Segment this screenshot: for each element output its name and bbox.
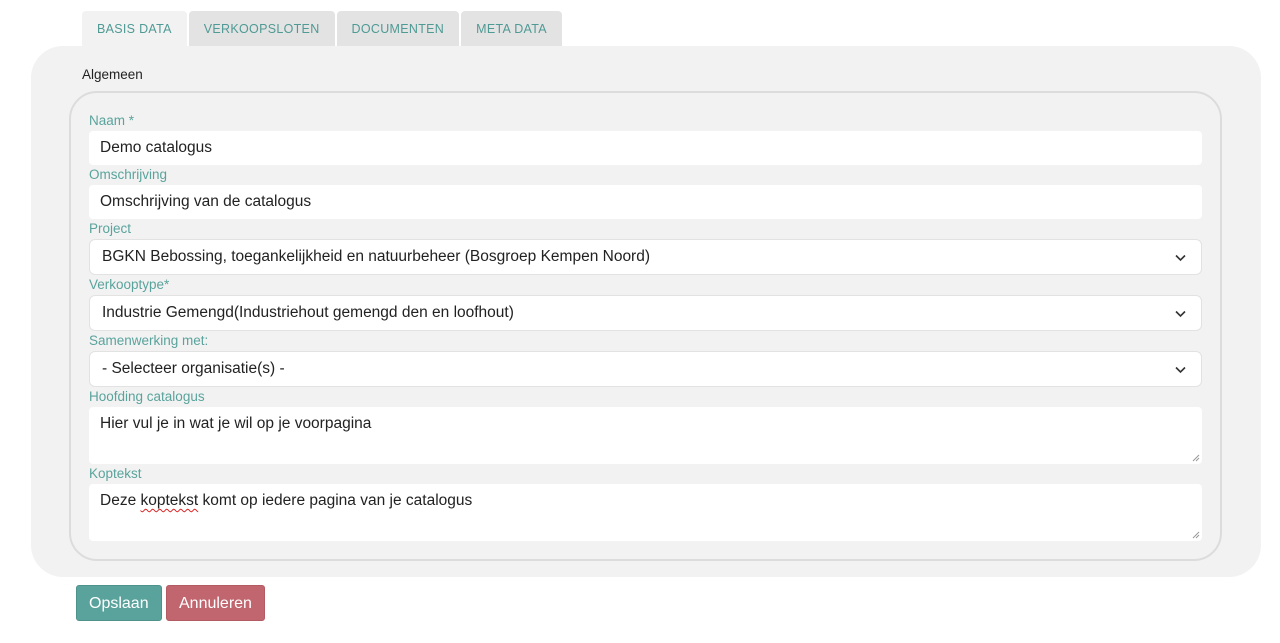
omschrijving-label: Omschrijving bbox=[89, 167, 168, 182]
save-button[interactable]: Opslaan bbox=[76, 585, 162, 621]
omschrijving-input[interactable]: Omschrijving van de catalogus bbox=[89, 185, 1202, 219]
project-select-value: BGKN Bebossing, toegankelijkheid en natu… bbox=[102, 248, 651, 265]
tab-basis-data[interactable]: BASIS DATA bbox=[82, 11, 187, 46]
tab-verkoopsloten[interactable]: VERKOOPSLOTEN bbox=[188, 11, 335, 46]
naam-input[interactable]: Demo catalogus bbox=[89, 131, 1202, 165]
hoofding-textarea-value: Hier vul je in wat je wil op je voorpagi… bbox=[100, 415, 372, 432]
tab-bar: BASIS DATA VERKOOPSLOTEN DOCUMENTEN META… bbox=[82, 11, 562, 46]
chevron-down-icon bbox=[1175, 254, 1186, 262]
koptekst-textarea[interactable]: Deze koptekst komt op iedere pagina van … bbox=[89, 484, 1202, 541]
koptekst-text-before: Deze bbox=[100, 492, 141, 509]
tab-documenten[interactable]: DOCUMENTEN bbox=[336, 11, 460, 46]
samenwerking-select[interactable]: - Selecteer organisatie(s) - bbox=[89, 351, 1202, 387]
tab-meta-data[interactable]: META DATA bbox=[461, 11, 562, 46]
koptekst-label: Koptekst bbox=[89, 466, 142, 481]
project-select[interactable]: BGKN Bebossing, toegankelijkheid en natu… bbox=[89, 239, 1202, 275]
project-label: Project bbox=[89, 221, 132, 236]
resize-grip-icon[interactable] bbox=[1191, 530, 1200, 539]
hoofding-textarea[interactable]: Hier vul je in wat je wil op je voorpagi… bbox=[89, 407, 1202, 464]
koptekst-text-after: komt op iedere pagina van je catalogus bbox=[198, 492, 473, 509]
chevron-down-icon bbox=[1175, 366, 1186, 374]
spellcheck-word[interactable]: koptekst bbox=[141, 492, 199, 509]
resize-grip-icon[interactable] bbox=[1191, 453, 1200, 462]
samenwerking-label: Samenwerking met: bbox=[89, 333, 209, 348]
chevron-down-icon bbox=[1175, 310, 1186, 318]
naam-label: Naam * bbox=[89, 113, 135, 128]
cancel-button[interactable]: Annuleren bbox=[166, 585, 265, 621]
samenwerking-select-value: - Selecteer organisatie(s) - bbox=[102, 360, 285, 377]
section-title: Algemeen bbox=[82, 67, 143, 82]
verkooptype-label: Verkooptype* bbox=[89, 277, 170, 292]
verkooptype-select[interactable]: Industrie Gemengd(Industriehout gemengd … bbox=[89, 295, 1202, 331]
hoofding-label: Hoofding catalogus bbox=[89, 389, 205, 404]
verkooptype-select-value: Industrie Gemengd(Industriehout gemengd … bbox=[102, 304, 514, 321]
